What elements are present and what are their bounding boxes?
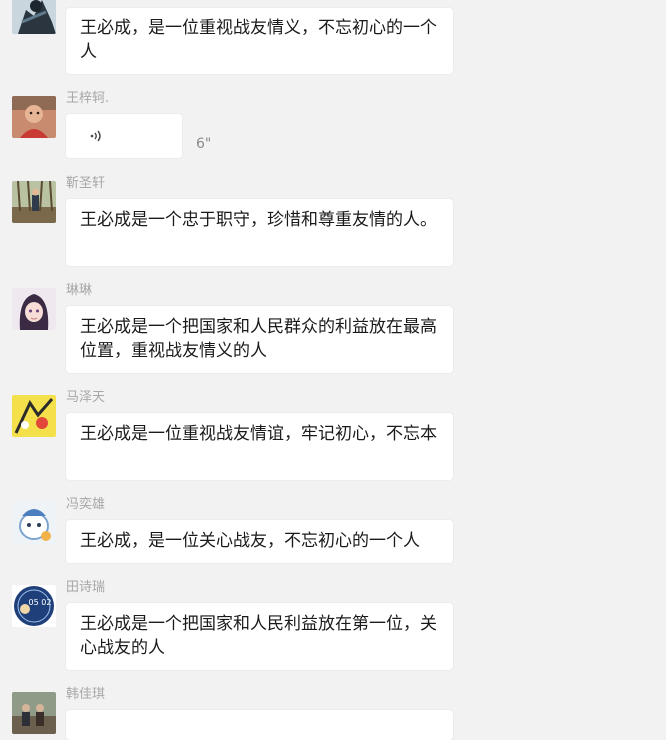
message-bubble[interactable]: 王必成是一个把国家和人民群众的利益放在最高位置，重视战友情义的人 xyxy=(66,306,453,373)
sender-name: 冯奕雄 xyxy=(66,497,106,512)
avatar-group-photo-icon[interactable] xyxy=(12,692,56,734)
message-text: 王必成是一个忠于职守，珍惜和尊重友情的人。 xyxy=(80,210,437,230)
sender-name: 田诗瑞 xyxy=(66,580,106,595)
badge-text: 05 02 xyxy=(29,598,52,607)
avatar-blue-cartoon-icon[interactable] xyxy=(12,502,56,544)
message-bubble[interactable]: 王必成，是一位重视战友情义，不忘初心的一个人 xyxy=(66,8,453,74)
voice-message-bubble[interactable] xyxy=(66,114,182,158)
message-text: 王必成，是一位重视战友情义，不忘初心的一个人 xyxy=(80,18,437,62)
message-bubble[interactable]: 王必成是一位重视战友情谊，牢记初心，不忘本 xyxy=(66,413,453,480)
message-bubble[interactable] xyxy=(66,710,453,740)
message-text: 王必成是一个把国家和人民群众的利益放在最高位置，重视战友情义的人 xyxy=(80,317,437,361)
message-bubble[interactable]: 王必成，是一位关心战友，不忘初心的一个人 xyxy=(66,520,453,563)
sender-name: 琳琳 xyxy=(66,283,93,298)
sender-name: 韩佳琪 xyxy=(66,687,106,702)
chat-message-list[interactable]: 王必成，是一位重视战友情义，不忘初心的一个人 王梓轲. 6" 靳圣轩 王必成是一… xyxy=(0,0,666,740)
message-text: 王必成是一位重视战友情谊，牢记初心，不忘本 xyxy=(80,424,437,444)
avatar-outdoor-photo-icon[interactable] xyxy=(12,181,56,223)
voice-wave-icon xyxy=(90,130,101,142)
sender-name: 靳圣轩 xyxy=(66,176,106,191)
avatar-dark-figure-icon[interactable] xyxy=(12,0,56,34)
sender-name: 王梓轲. xyxy=(66,91,110,106)
message-bubble[interactable]: 王必成是一个忠于职守，珍惜和尊重友情的人。 xyxy=(66,199,453,266)
avatar-child-photo-icon[interactable] xyxy=(12,96,56,138)
avatar-anime-girl-icon[interactable] xyxy=(12,288,56,330)
message-text: 王必成，是一位关心战友，不忘初心的一个人 xyxy=(80,531,420,551)
voice-duration: 6" xyxy=(196,136,212,152)
sender-name: 马泽天 xyxy=(66,390,106,405)
avatar-yellow-cartoon-icon[interactable] xyxy=(12,395,56,437)
avatar-blue-circle-badge-icon[interactable]: 05 02 xyxy=(12,585,56,627)
message-bubble[interactable]: 王必成是一个把国家和人民利益放在第一位，关心战友的人 xyxy=(66,603,453,670)
message-text: 王必成是一个把国家和人民利益放在第一位，关心战友的人 xyxy=(80,614,437,658)
